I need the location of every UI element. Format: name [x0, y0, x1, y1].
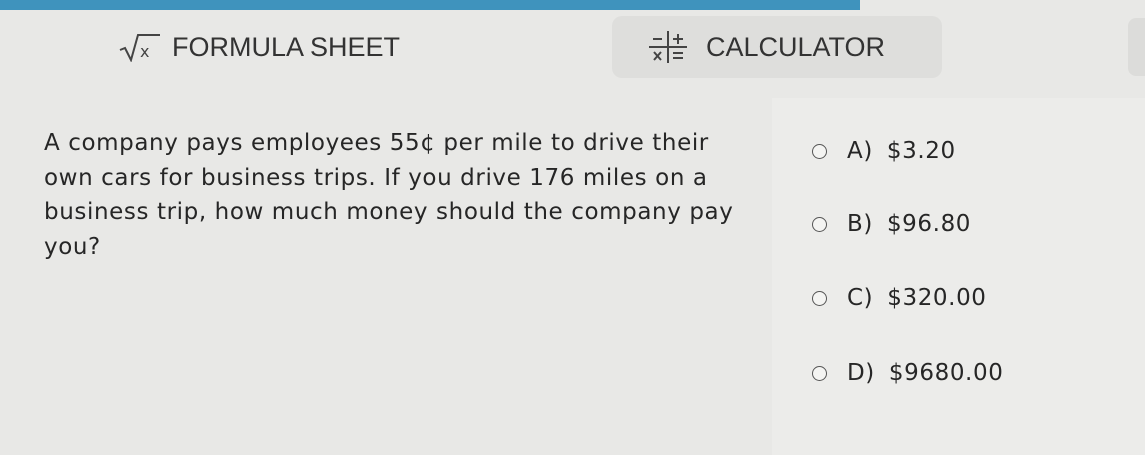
choice-b[interactable]: B) $96.80	[812, 211, 971, 237]
radio-button-a[interactable]	[812, 143, 827, 159]
choice-d-letter: D)	[847, 360, 875, 386]
choice-c-letter: C)	[847, 285, 874, 311]
choice-a[interactable]: A) $3.20	[812, 138, 956, 164]
choice-d[interactable]: D) $9680.00	[812, 360, 1003, 386]
formula-sheet-button[interactable]: x FORMULA SHEET	[58, 16, 548, 78]
choice-a-value: $3.20	[886, 138, 956, 164]
choice-c-value: $320.00	[887, 285, 987, 311]
radio-button-c[interactable]	[812, 290, 827, 306]
choice-a-letter: A)	[847, 138, 873, 164]
question-text: A company pays employees 55¢ per mile to…	[44, 130, 734, 260]
choice-b-letter: B)	[847, 211, 873, 237]
toolbar-extra-button[interactable]	[1128, 18, 1145, 76]
choice-c[interactable]: C) $320.00	[812, 285, 987, 311]
choice-d-value: $9680.00	[888, 360, 1004, 386]
formula-sheet-label: FORMULA SHEET	[172, 31, 401, 62]
calculator-button[interactable]: CALCULATOR	[612, 16, 942, 78]
radio-button-b[interactable]	[812, 216, 827, 232]
top-accent-bar	[0, 0, 860, 10]
calculator-label: CALCULATOR	[706, 31, 886, 62]
radio-button-d[interactable]	[812, 365, 827, 381]
square-root-icon: x	[118, 32, 162, 62]
calculator-operators-icon	[646, 29, 690, 65]
choice-b-value: $96.80	[886, 211, 972, 237]
svg-text:x: x	[140, 42, 149, 61]
